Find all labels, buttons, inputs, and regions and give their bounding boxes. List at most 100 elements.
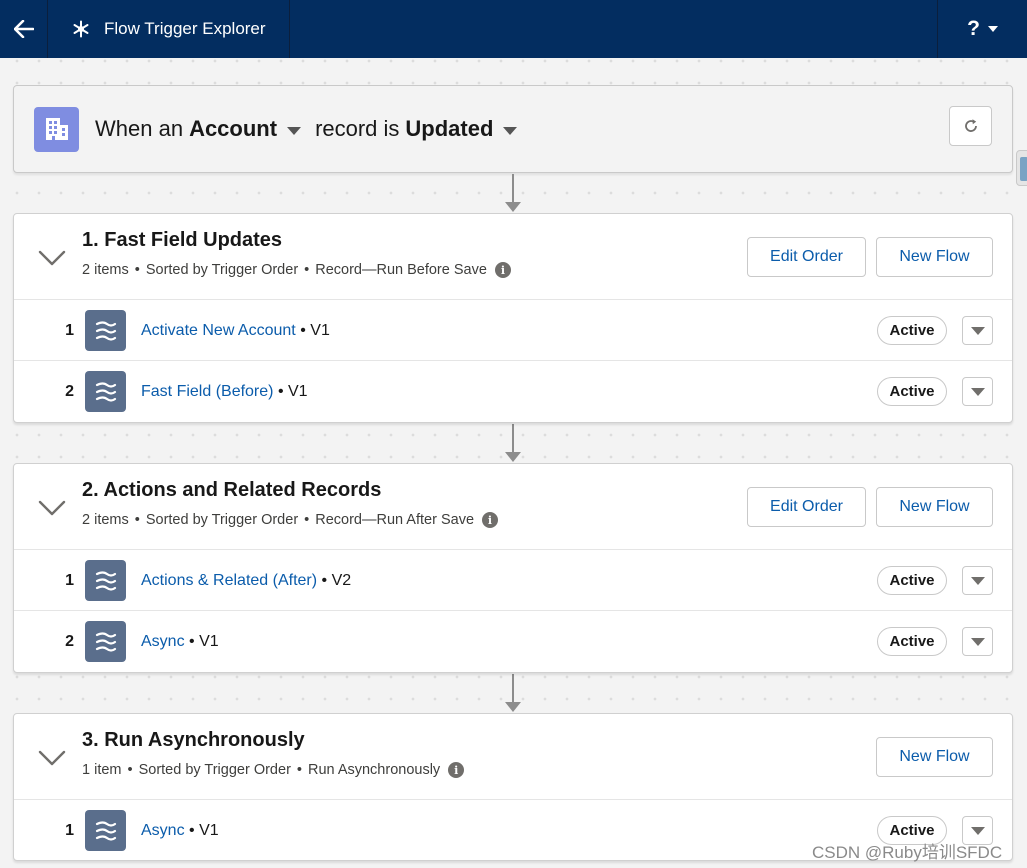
row-actions-button[interactable] xyxy=(962,627,993,656)
separator: • xyxy=(277,383,284,400)
flow-name-link[interactable]: Async xyxy=(141,633,185,650)
flow-row: 2 Async • V1 Active xyxy=(14,611,1012,672)
flow-icon xyxy=(85,310,126,351)
row-number: 2 xyxy=(65,383,74,400)
flow-version: V1 xyxy=(199,822,219,839)
info-icon[interactable]: i xyxy=(482,512,499,528)
group-actions-related-records: 2. Actions and Related Records 2 items •… xyxy=(13,463,1013,673)
caret-down-icon xyxy=(970,637,985,646)
row-actions-button[interactable] xyxy=(962,566,993,595)
new-flow-button[interactable]: New Flow xyxy=(876,237,993,277)
flow-label: Actions & Related (After) • V2 xyxy=(141,550,351,611)
event-selector[interactable]: Updated xyxy=(405,116,493,142)
app-header: Flow Trigger Explorer ? xyxy=(0,0,1027,58)
new-flow-button[interactable]: New Flow xyxy=(876,487,993,527)
flow-name-link[interactable]: Fast Field (Before) xyxy=(141,383,273,400)
caret-down-icon xyxy=(970,826,985,835)
separator: • xyxy=(127,762,133,778)
separator: • xyxy=(134,512,140,528)
flow-name-link[interactable]: Activate New Account xyxy=(141,322,296,339)
object-dropdown-icon[interactable] xyxy=(287,127,302,135)
connector-arrow xyxy=(505,424,521,464)
item-count: 2 items xyxy=(82,262,129,278)
refresh-icon xyxy=(964,119,977,132)
flow-version: V1 xyxy=(288,383,308,400)
flow-version: V1 xyxy=(199,633,219,650)
flow-label: Activate New Account • V1 xyxy=(141,300,330,361)
separator: • xyxy=(321,572,328,589)
sort-order: Sorted by Trigger Order xyxy=(138,762,291,778)
group-meta: 1 item • Sorted by Trigger Order • Run A… xyxy=(82,762,465,778)
edit-order-button[interactable]: Edit Order xyxy=(747,237,866,277)
row-actions-button[interactable] xyxy=(962,316,993,345)
object-selector[interactable]: Account xyxy=(189,116,277,142)
group-meta: 2 items • Sorted by Trigger Order • Reco… xyxy=(82,512,499,528)
item-count: 2 items xyxy=(82,512,129,528)
group-meta: 2 items • Sorted by Trigger Order • Reco… xyxy=(82,262,511,278)
flow-version: V2 xyxy=(331,572,352,589)
trigger-selector-card: When an Account record is Updated xyxy=(13,85,1013,173)
flow-version: V1 xyxy=(310,322,330,339)
watermark: CSDN @Ruby培训SFDC xyxy=(812,843,1003,862)
flow-row: 1 Activate New Account • V1 Active xyxy=(14,300,1012,361)
row-number: 1 xyxy=(65,822,74,839)
group-title: 1. Fast Field Updates xyxy=(82,229,283,251)
new-flow-button[interactable]: New Flow xyxy=(876,737,993,777)
chevron-down-icon[interactable] xyxy=(38,748,66,768)
run-mode: Record—Run After Save xyxy=(315,512,475,528)
separator: • xyxy=(300,322,306,339)
event-dropdown-icon[interactable] xyxy=(503,127,518,135)
account-object-icon xyxy=(34,106,79,152)
building-icon xyxy=(45,118,68,140)
flow-name-link[interactable]: Async xyxy=(141,822,185,839)
row-number: 2 xyxy=(65,633,74,650)
row-actions-button[interactable] xyxy=(962,377,993,406)
help-menu-button[interactable]: ? xyxy=(937,0,1027,58)
flow-name-link[interactable]: Actions & Related (After) xyxy=(141,572,317,589)
group-title: 3. Run Asynchronously xyxy=(82,729,305,751)
flow-label: Fast Field (Before) • V1 xyxy=(141,361,308,422)
caret-down-icon xyxy=(970,326,985,335)
info-icon[interactable]: i xyxy=(494,262,511,278)
flow-icon xyxy=(85,810,126,851)
flow-label: Async • V1 xyxy=(141,800,219,860)
caret-down-icon xyxy=(970,387,985,396)
app-title: Flow Trigger Explorer xyxy=(104,19,266,38)
help-icon: ? xyxy=(967,17,980,40)
refresh-button[interactable] xyxy=(949,106,992,146)
flow-icon xyxy=(85,371,126,412)
status-badge: Active xyxy=(877,627,947,656)
trigger-description: When an Account record is Updated xyxy=(95,116,531,142)
separator: • xyxy=(296,762,302,778)
chevron-down-icon xyxy=(987,26,998,32)
group-fast-field-updates: 1. Fast Field Updates 2 items • Sorted b… xyxy=(13,213,1013,423)
group-header: 3. Run Asynchronously 1 item • Sorted by… xyxy=(14,714,1012,800)
back-button[interactable] xyxy=(0,0,48,58)
app-title-area: Flow Trigger Explorer xyxy=(48,0,290,58)
separator: • xyxy=(189,822,195,839)
caret-down-icon xyxy=(970,576,985,585)
status-badge: Active xyxy=(877,377,947,406)
sort-order: Sorted by Trigger Order xyxy=(145,262,299,278)
connector-arrow xyxy=(505,174,521,214)
flow-trigger-icon xyxy=(73,20,89,38)
run-mode: Record—Run Before Save xyxy=(315,262,487,278)
separator: • xyxy=(304,262,310,278)
chevron-down-icon[interactable] xyxy=(38,498,66,518)
group-header: 1. Fast Field Updates 2 items • Sorted b… xyxy=(14,214,1012,300)
status-badge: Active xyxy=(877,316,947,345)
edit-order-button[interactable]: Edit Order xyxy=(747,487,866,527)
flow-icon xyxy=(85,621,126,662)
separator: • xyxy=(304,512,310,528)
side-panel-tab[interactable] xyxy=(1016,150,1027,186)
trigger-prefix: When an xyxy=(95,116,184,141)
info-icon[interactable]: i xyxy=(448,762,465,778)
row-number: 1 xyxy=(65,572,74,589)
separator: • xyxy=(134,262,140,278)
flow-label: Async • V1 xyxy=(141,611,219,672)
chevron-down-icon[interactable] xyxy=(38,248,66,268)
item-count: 1 item xyxy=(82,762,122,778)
connector-arrow xyxy=(505,674,521,714)
flow-row: 1 Actions & Related (After) • V2 Active xyxy=(14,550,1012,611)
trigger-middle: record is xyxy=(315,116,400,141)
